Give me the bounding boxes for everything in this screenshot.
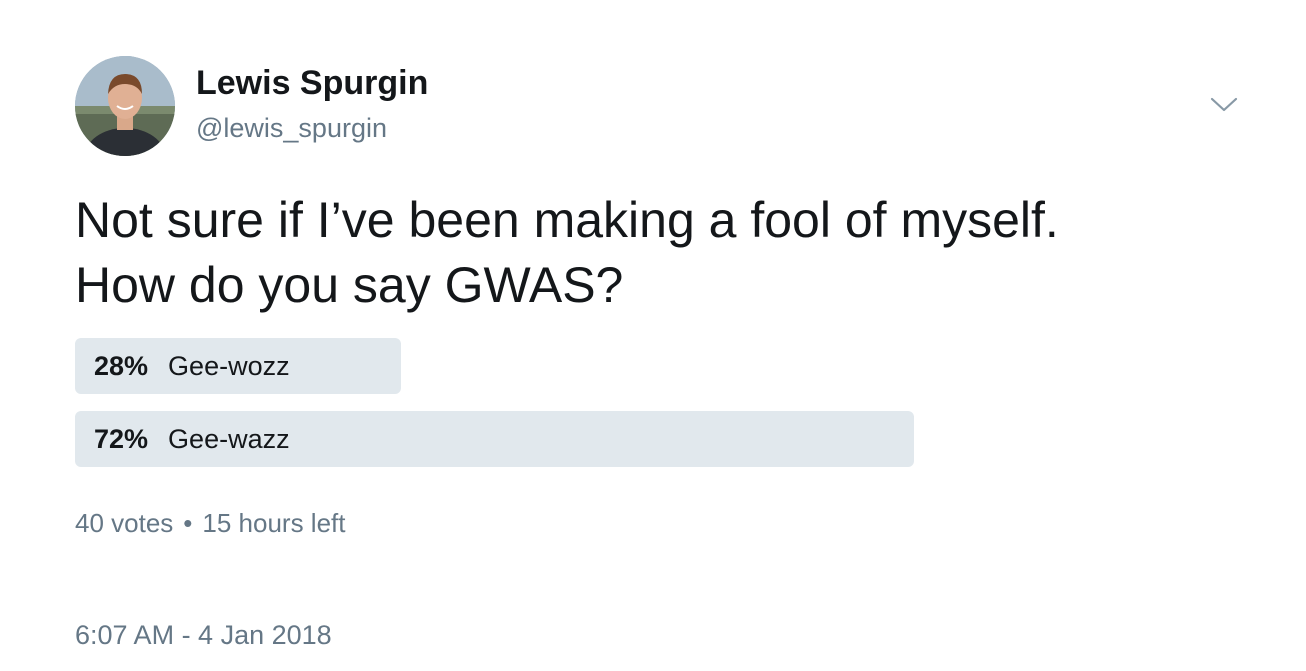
poll-percent: 28% [94, 351, 149, 381]
poll-option-text: Gee-wozz [168, 351, 290, 381]
poll: 28% Gee-wozz 72% Gee-wazz [75, 338, 1235, 484]
poll-percent: 72% [94, 424, 149, 454]
tweet-timestamp[interactable]: 6:07 AM - 4 Jan 2018 [75, 620, 332, 651]
poll-vote-count: 40 votes [75, 508, 174, 538]
author-handle[interactable]: @lewis_spurgin [196, 113, 387, 144]
tweet-text-line: Not sure if I’ve been making a fool of m… [75, 192, 1059, 248]
avatar[interactable] [75, 56, 175, 156]
poll-meta: 40 votes • 15 hours left [75, 508, 346, 539]
poll-time-left: 15 hours left [202, 508, 346, 538]
poll-option-text: Gee-wazz [168, 424, 290, 454]
author-name[interactable]: Lewis Spurgin [196, 64, 428, 103]
separator-dot: • [183, 508, 193, 538]
poll-option-label: 72% Gee-wazz [94, 411, 290, 467]
tweet-card: Lewis Spurgin @lewis_spurgin Not sure if… [0, 0, 1306, 671]
tweet-text-line: How do you say GWAS? [75, 257, 624, 313]
poll-option-gee-wazz: 72% Gee-wazz [75, 411, 1235, 467]
poll-option-gee-wozz: 28% Gee-wozz [75, 338, 1235, 394]
poll-option-label: 28% Gee-wozz [94, 338, 290, 394]
avatar-photo [75, 56, 175, 156]
chevron-down-icon[interactable] [1208, 92, 1240, 116]
tweet-text: Not sure if I’ve been making a fool of m… [75, 188, 1275, 318]
